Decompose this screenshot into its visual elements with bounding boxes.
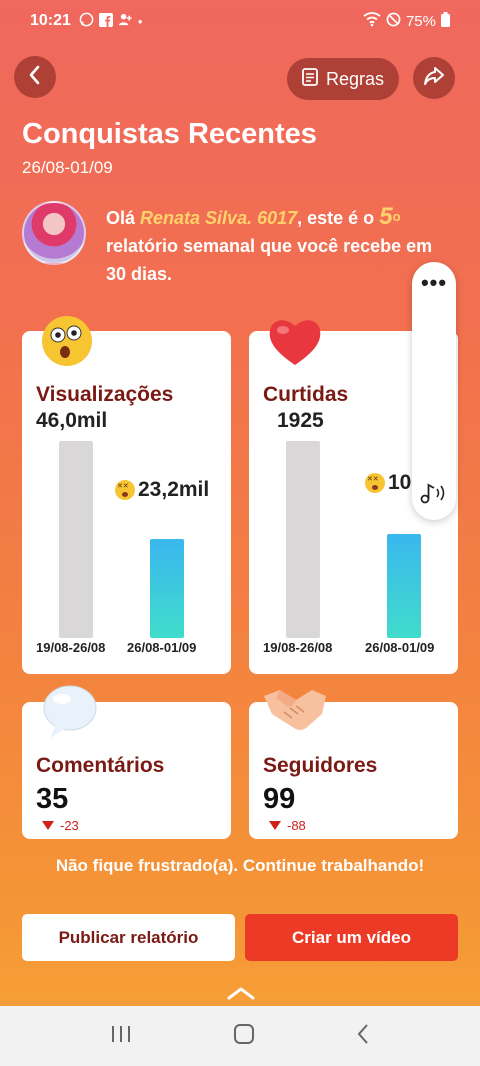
music-icon[interactable]	[420, 481, 448, 510]
system-status: 75%	[363, 11, 450, 31]
views-label: Visualizações	[36, 383, 174, 406]
followers-delta-value: -88	[287, 818, 306, 833]
dizzy-face-icon	[365, 473, 385, 493]
report-ordinal: o	[392, 209, 401, 224]
likes-previous-bar	[286, 441, 320, 638]
likes-current-value: 10	[388, 471, 412, 494]
avatar	[22, 201, 86, 265]
whatsapp-icon	[79, 12, 94, 30]
likes-current-period: 26/08-01/09	[365, 640, 435, 655]
report-number: 5	[379, 203, 393, 230]
wifi-icon	[363, 11, 381, 31]
home-icon[interactable]	[233, 1023, 255, 1050]
likes-current-value-wrap: 10	[365, 471, 411, 495]
rules-label: Regras	[325, 68, 385, 89]
greeting-text: Olá Renata Silva. 6017, este é o 5o rela…	[106, 203, 446, 288]
battery-icon	[441, 11, 450, 31]
greeting-suffix: relatório semanal que você recebe em 30 …	[106, 236, 433, 284]
back-nav-icon[interactable]	[356, 1023, 370, 1050]
create-video-button[interactable]: Criar um vídeo	[245, 914, 458, 961]
page-title: Conquistas Recentes	[22, 118, 317, 150]
chevron-up-icon[interactable]	[226, 985, 256, 1001]
share-button[interactable]	[413, 57, 455, 99]
comments-label: Comentários	[36, 754, 165, 777]
comments-delta: -23	[42, 818, 79, 833]
handshake-icon	[264, 690, 326, 730]
views-current-value-wrap: 23,2mil	[115, 478, 209, 502]
followers-delta: -88	[269, 818, 306, 833]
greeting-middle: , este é o	[297, 208, 375, 228]
dizzy-face-icon	[115, 480, 135, 500]
followers-value: 99	[263, 783, 296, 815]
more-menu-icon[interactable]: •••	[412, 270, 456, 296]
down-triangle-icon	[42, 821, 54, 830]
likes-current-bar	[387, 534, 421, 638]
heart-icon	[269, 320, 321, 365]
views-previous-period: 19/08-26/08	[36, 640, 106, 655]
document-icon	[302, 67, 318, 91]
followers-label: Seguidores	[263, 754, 378, 777]
views-card[interactable]: Visualizações 46,0mil 23,2mil 19/08-26/0…	[22, 331, 231, 674]
likes-previous-value: 1925	[277, 409, 324, 432]
views-current-value: 23,2mil	[138, 478, 210, 501]
motivation-text: Não fique frustrado(a). Continue trabalh…	[55, 856, 425, 875]
share-icon	[423, 66, 445, 91]
views-previous-bar	[59, 441, 93, 638]
rules-button[interactable]: Regras	[287, 58, 399, 100]
page-date-range: 26/08-01/09	[22, 158, 113, 177]
status-dot: •	[137, 13, 143, 29]
floating-panel[interactable]: •••	[412, 262, 456, 520]
speech-bubble-icon	[43, 685, 97, 738]
facebook-icon	[98, 12, 113, 30]
system-nav-bar	[0, 1006, 480, 1066]
comments-delta-value: -23	[60, 818, 79, 833]
do-not-disturb-icon	[386, 12, 401, 31]
chevron-left-icon	[28, 65, 42, 90]
likes-previous-period: 19/08-26/08	[263, 640, 333, 655]
recent-apps-icon[interactable]	[110, 1024, 132, 1049]
user-name: Renata Silva. 6017	[140, 208, 298, 228]
status-time: 10:21	[30, 12, 71, 29]
views-current-bar	[150, 539, 184, 638]
back-button[interactable]	[14, 56, 56, 98]
greeting-prefix: Olá	[106, 208, 136, 228]
user-add-icon	[118, 12, 133, 30]
shocked-face-icon	[42, 316, 92, 366]
likes-label: Curtidas	[263, 383, 349, 406]
views-previous-value: 46,0mil	[36, 409, 108, 432]
publish-report-button[interactable]: Publicar relatório	[22, 914, 235, 961]
views-current-period: 26/08-01/09	[127, 640, 197, 655]
comments-value: 35	[36, 783, 69, 815]
notification-icons: •	[79, 12, 143, 30]
down-triangle-icon	[269, 821, 281, 830]
battery-percent: 75%	[405, 12, 436, 30]
status-bar: 10:21 • 75%	[0, 0, 480, 42]
